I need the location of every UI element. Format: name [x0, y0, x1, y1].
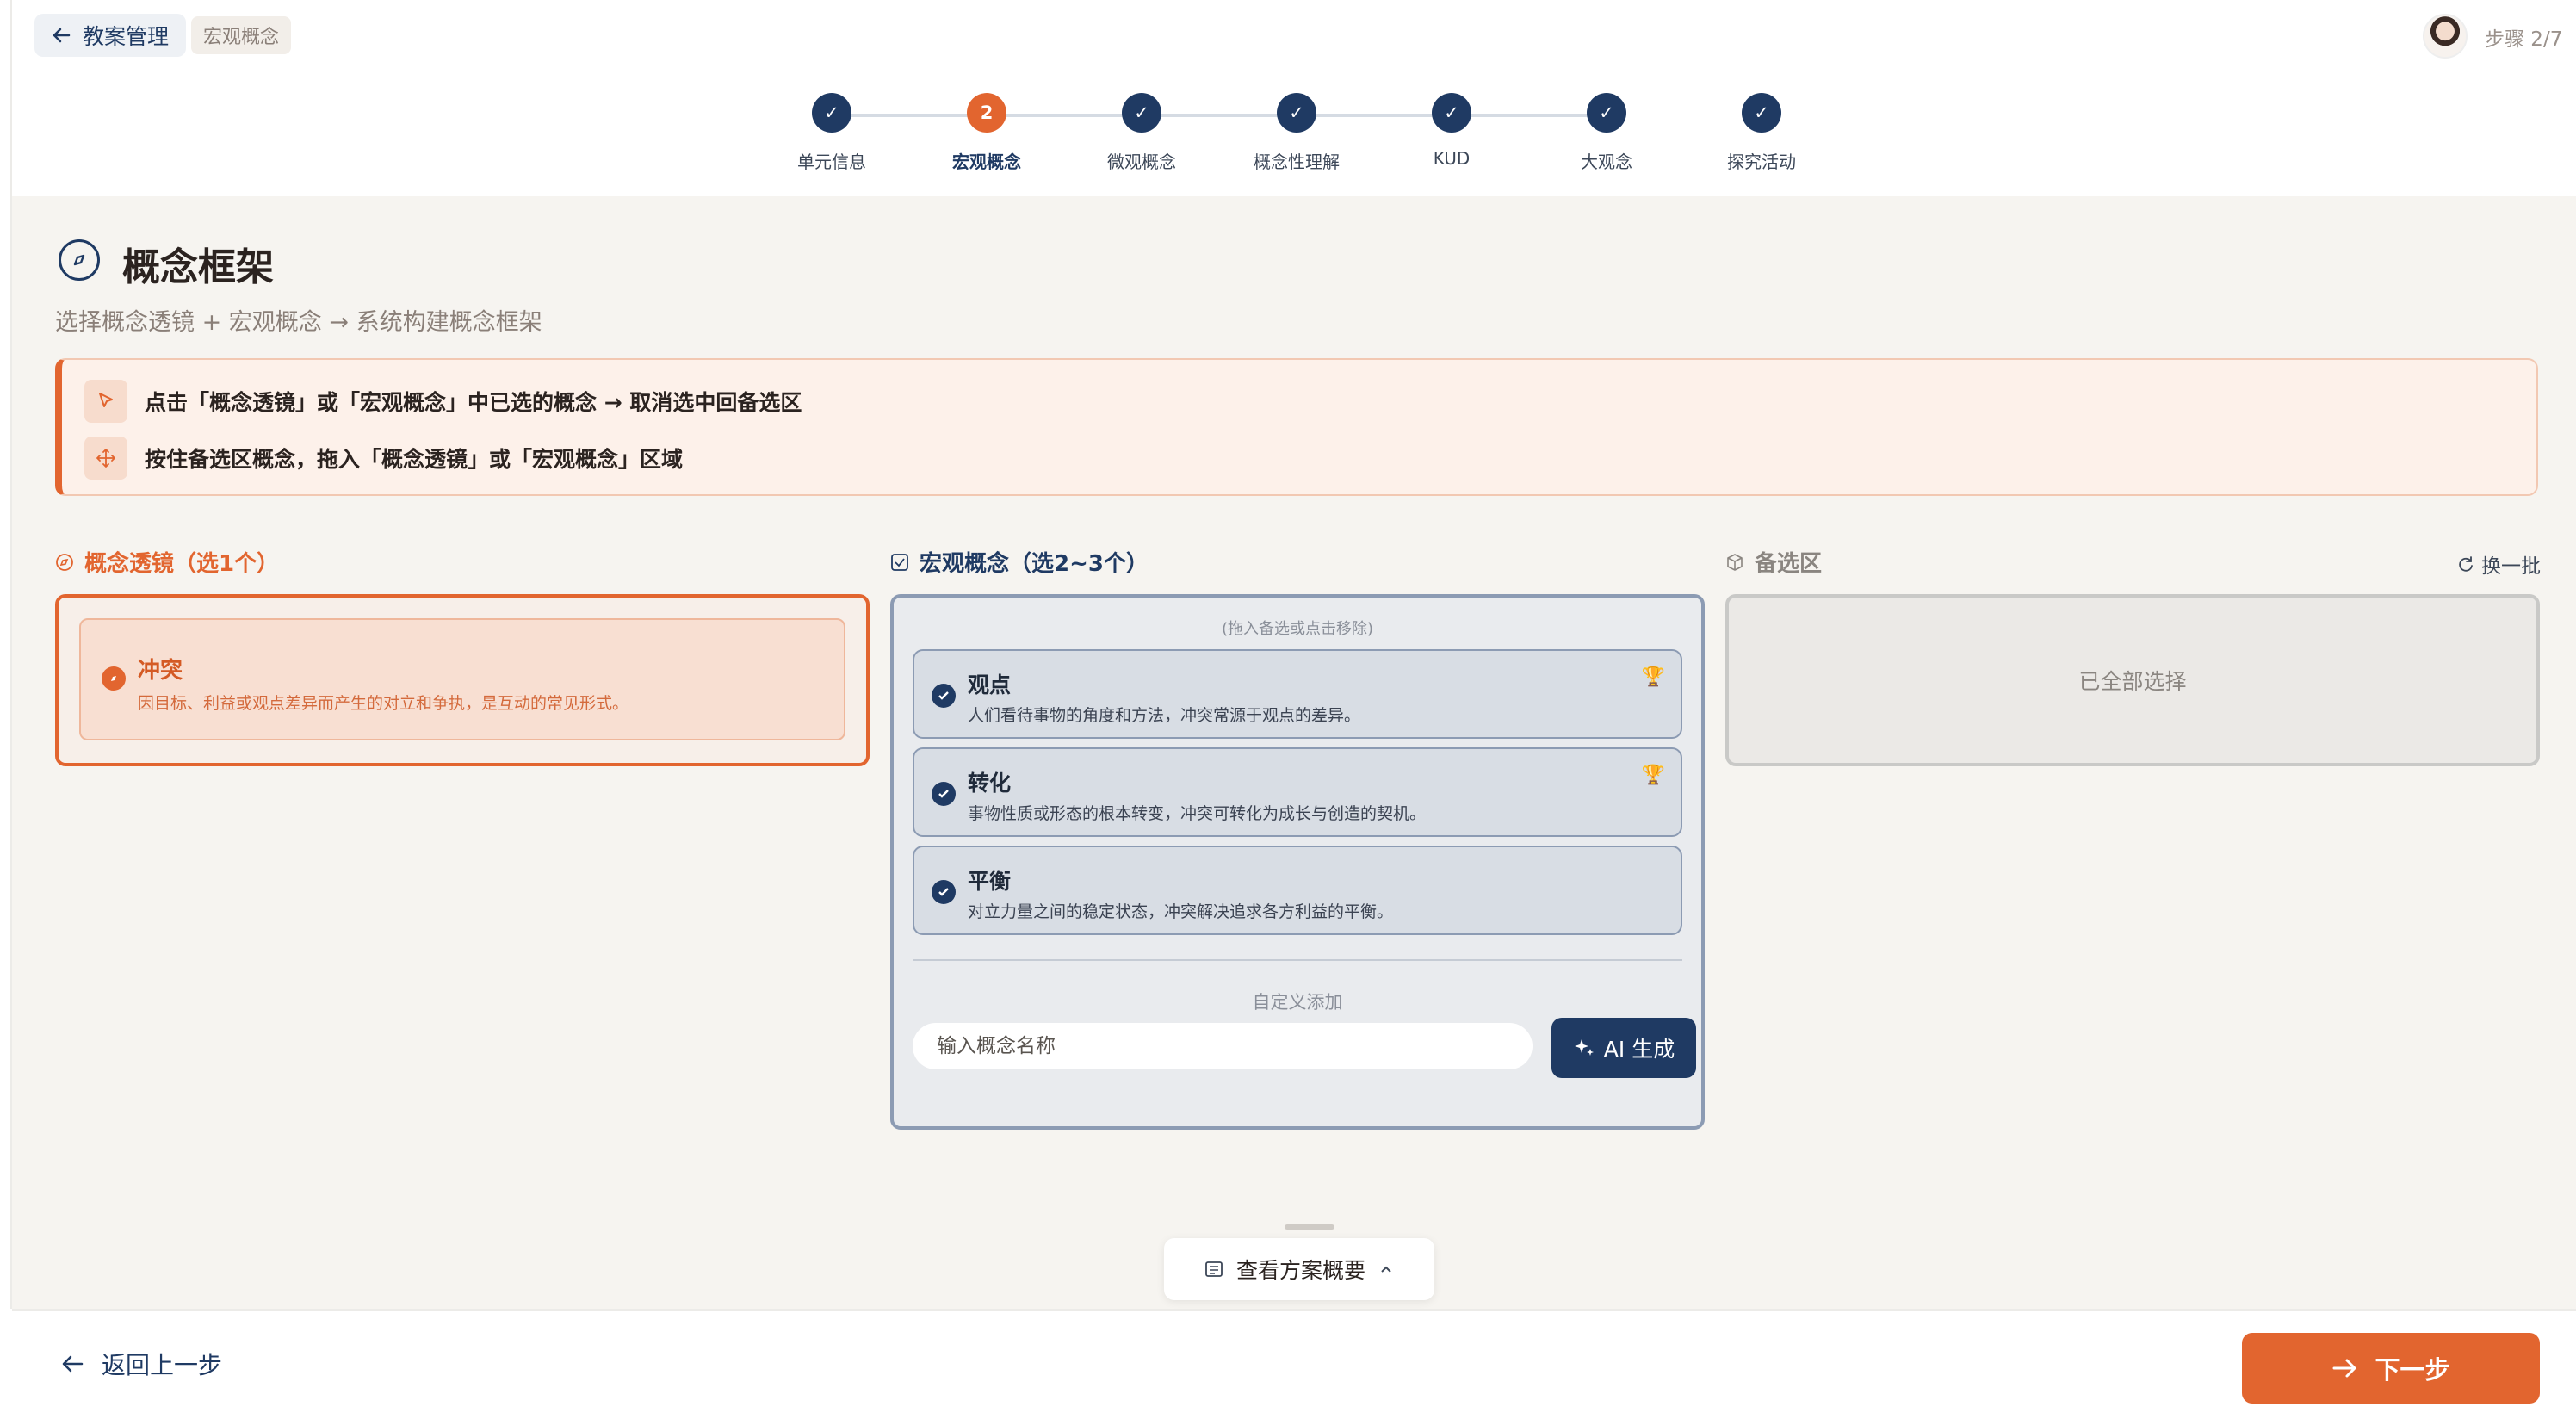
list-icon: [1205, 1261, 1223, 1277]
chevron-up-icon: [1381, 1266, 1391, 1273]
back-to-lesson-management-button[interactable]: 教案管理: [34, 14, 187, 57]
page-subtitle: 选择概念透镜 + 宏观概念 → 系统构建概念框架: [55, 309, 542, 336]
step-indicator: 步骤 2/7: [2485, 28, 2563, 51]
move-icon: [84, 437, 127, 480]
compass-icon: [56, 553, 73, 571]
lens-card-conflict[interactable]: 冲突 因目标、利益或观点差异而产生的对立和争执，是互动的常见形式。: [79, 618, 845, 740]
header: 教案管理 宏观概念 步骤 2/7 ✓ 单元信息 2 宏观概念 ✓ 微观概念 ✓ …: [12, 0, 2576, 196]
compass-icon: [59, 239, 100, 281]
back-label: 教案管理: [83, 24, 170, 49]
custom-add-label: 自定义添加: [1252, 992, 1343, 1013]
stepper: ✓ 单元信息 2 宏观概念 ✓ 微观概念 ✓ 概念性理解 ✓ KUD ✓ 大观念…: [12, 93, 2576, 188]
step-check-icon: ✓: [1587, 93, 1626, 133]
macro-card-balance[interactable]: 平衡 对立力量之间的稳定状态，冲突解决追求各方利益的平衡。: [913, 846, 1682, 935]
check-circle-icon: [932, 782, 956, 806]
ai-generate-button[interactable]: AI 生成: [1551, 1018, 1696, 1078]
step-inquiry-activity[interactable]: ✓ 探究活动: [1684, 93, 1839, 173]
refresh-icon: [2459, 556, 2473, 572]
trophy-icon: 🏆: [1641, 765, 1665, 786]
pool-heading: 备选区: [1725, 546, 1822, 578]
compass-icon: [102, 666, 126, 691]
step-macro-concept[interactable]: 2 宏观概念: [909, 93, 1064, 173]
pointer-icon: [84, 380, 127, 423]
refresh-batch-button[interactable]: 换一批: [2457, 549, 2541, 579]
lens-dropzone[interactable]: 冲突 因目标、利益或观点差异而产生的对立和争执，是互动的常见形式。: [55, 594, 870, 766]
next-step-button[interactable]: 下一步: [2242, 1333, 2540, 1404]
check-circle-icon: [932, 880, 956, 904]
lens-heading: 概念透镜（选1个）: [55, 546, 279, 578]
step-check-icon: ✓: [812, 93, 851, 133]
step-number-badge: 2: [967, 93, 1006, 133]
candidate-pool[interactable]: 已全部选择: [1725, 594, 2540, 766]
macro-card-transformation[interactable]: 转化 事物性质或形态的根本转变，冲突可转化为成长与创造的契机。 🏆: [913, 747, 1682, 837]
step-conceptual-understanding[interactable]: ✓ 概念性理解: [1219, 93, 1374, 173]
avatar[interactable]: [2423, 14, 2468, 59]
step-micro-concept[interactable]: ✓ 微观概念: [1064, 93, 1219, 173]
footer: 返回上一步 下一步: [12, 1309, 2576, 1419]
page-title: 概念框架: [122, 245, 274, 289]
step-kud[interactable]: ✓ KUD: [1374, 93, 1529, 169]
main-content: 概念框架 选择概念透镜 + 宏观概念 → 系统构建概念框架 点击「概念透镜」或「…: [12, 196, 2576, 1309]
macro-card-viewpoint[interactable]: 观点 人们看待事物的角度和方法，冲突常源于观点的差异。 🏆: [913, 649, 1682, 739]
arrow-right-icon: [2332, 1359, 2356, 1378]
concept-name-input[interactable]: [913, 1023, 1533, 1069]
sparkle-icon: [1574, 1039, 1594, 1056]
view-summary-button[interactable]: 查看方案概要: [1164, 1238, 1434, 1300]
step-check-icon: ✓: [1742, 93, 1781, 133]
box-icon: [1727, 553, 1743, 571]
pool-empty-text: 已全部选择: [2078, 669, 2187, 694]
arrow-left-icon: [53, 28, 71, 43]
divider: [913, 959, 1682, 961]
previous-step-button[interactable]: 返回上一步: [60, 1347, 222, 1381]
tip-row: 按住备选区概念，拖入「概念透镜」或「宏观概念」区域: [84, 436, 683, 480]
step-check-icon: ✓: [1122, 93, 1161, 133]
trophy-icon: 🏆: [1641, 666, 1665, 688]
drawer-handle[interactable]: [1285, 1224, 1334, 1230]
macro-dropzone[interactable]: (拖入备选或点击移除) 观点 人们看待事物的角度和方法，冲突常源于观点的差异。 …: [890, 594, 1705, 1130]
arrow-left-icon: [62, 1355, 84, 1373]
tip-row: 点击「概念透镜」或「宏观概念」中已选的概念 → 取消选中回备选区: [84, 379, 802, 424]
step-big-idea[interactable]: ✓ 大观念: [1529, 93, 1684, 173]
step-unit-info[interactable]: ✓ 单元信息: [754, 93, 909, 173]
check-circle-icon: [932, 684, 956, 708]
drag-hint: (拖入备选或点击移除): [1221, 620, 1374, 638]
step-check-icon: ✓: [1277, 93, 1316, 133]
breadcrumb: 宏观概念: [191, 16, 292, 54]
checkbox-icon: [891, 553, 908, 571]
step-check-icon: ✓: [1432, 93, 1471, 133]
left-rail: [0, 0, 12, 1309]
tips-banner: 点击「概念透镜」或「宏观概念」中已选的概念 → 取消选中回备选区 按住备选区概念…: [55, 358, 2538, 496]
macro-heading: 宏观概念（选2~3个）: [890, 546, 1149, 578]
